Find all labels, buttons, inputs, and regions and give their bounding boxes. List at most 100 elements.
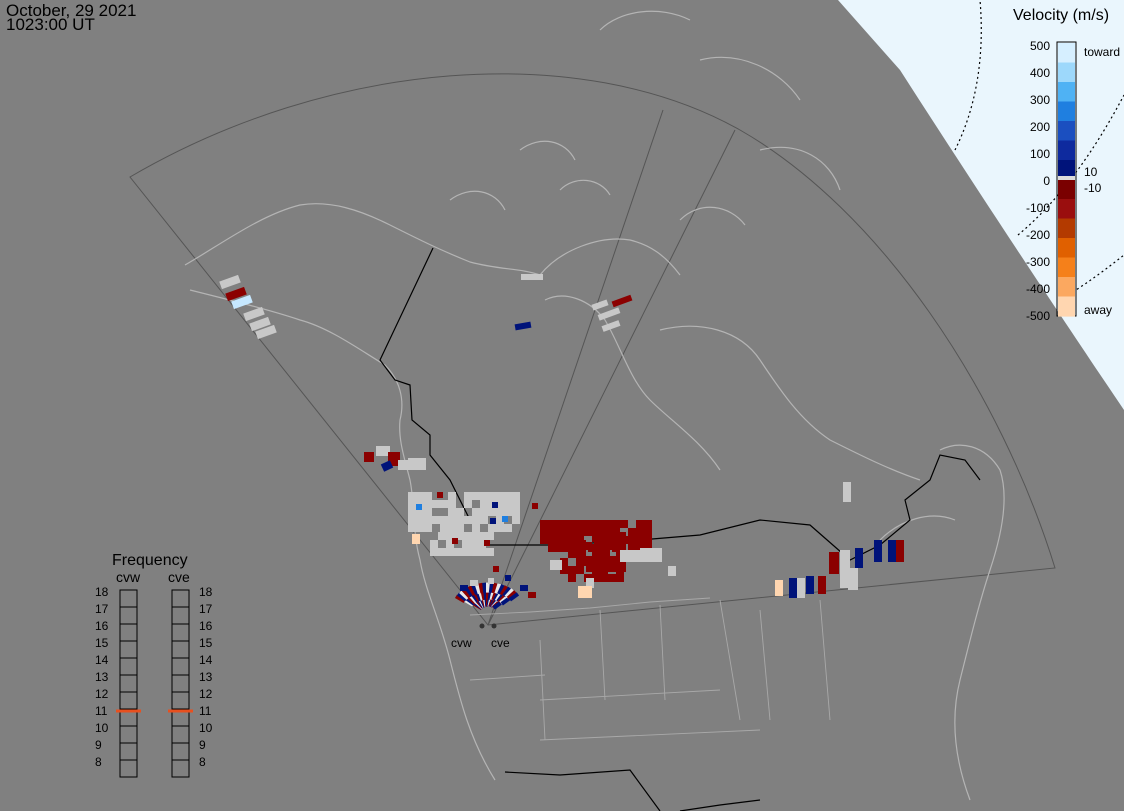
echo-cell [243,306,265,322]
echo-cell [548,520,556,528]
echo-cell [437,492,443,498]
echo-cell [454,548,462,556]
echo-cell [424,492,432,500]
echo-cell [484,540,490,546]
echo-cell [597,307,621,321]
echo-cell [829,552,839,574]
echo-cell [612,520,620,528]
echo-cell [644,528,652,536]
echo-cell [610,556,618,564]
frequency-box-cve [171,759,190,778]
frequency-scale-label-right: 13 [199,670,213,684]
echo-cell [432,500,440,508]
echo-cell [775,580,783,596]
frequency-col-cve: cve [168,569,190,585]
echo-cell [520,585,528,591]
frequency-box-cvw [119,623,138,642]
echo-cell [528,592,536,598]
echo-cell [602,548,610,556]
echo-cell [456,516,464,524]
echo-cell [364,452,374,462]
legend-color-segment [1058,277,1075,298]
legend-tick-label: -200 [1026,228,1050,242]
echo-cell [438,548,446,556]
frequency-box-cvw [119,674,138,693]
frequency-indicators [116,709,193,713]
echo-cell [548,544,556,552]
echo-cell [600,574,608,582]
echo-cell [462,540,470,548]
echo-cells [219,274,904,611]
echo-cell [594,548,602,556]
echo-cell [440,524,448,532]
echo-cell [620,520,628,528]
frequency-scale-label-left: 10 [95,721,109,735]
echo-cell [504,524,512,532]
echo-cell [628,528,636,536]
echo-cell [408,458,426,470]
legend-color-segment [1058,257,1075,278]
echo-cell [628,536,636,544]
frequency-scale-label-right: 11 [199,704,212,718]
echo-cell [462,548,470,556]
echo-cell [580,520,588,528]
echo-cell [618,540,626,548]
echo-cell [548,536,556,544]
frequency-box-cve [171,589,190,608]
echo-cell [504,508,512,516]
echo-cell [472,524,480,532]
echo-cell [464,516,472,524]
echo-cell [564,520,572,528]
frequency-scale-label-left: 14 [95,653,109,667]
legend-colorbar [1058,43,1075,317]
frequency-scale-label-left: 16 [95,619,109,633]
echo-cell [578,586,592,598]
echo-cell [440,500,448,508]
frequency-indicator-cve [168,709,193,713]
echo-cell [408,492,416,500]
echo-cell [591,299,609,311]
echo-cell [470,540,478,548]
echo-cell [594,540,602,548]
echo-cell [644,536,652,544]
legend-color-segment [1058,82,1075,103]
frequency-scale-label-left: 12 [95,687,109,701]
echo-cell [636,520,644,528]
echo-cell [797,578,805,598]
echo-cell [408,508,416,516]
frequency-scale-label-right: 12 [199,687,213,701]
echo-cell [505,575,511,581]
echo-cell [408,500,416,508]
frequency-scale-label-right: 17 [199,602,213,616]
echo-cell [430,548,438,556]
frequency-box-cvw [119,725,138,744]
echo-cell [456,508,464,516]
echo-cell [640,548,662,562]
legend-color-segment [1058,199,1075,220]
echo-cell [493,566,499,572]
echo-cell [416,516,424,524]
echo-cell [448,492,456,500]
echo-cell [540,520,548,528]
echo-cell [668,566,676,576]
frequency-box-cvw [119,657,138,676]
echo-cell [460,585,468,591]
radar-sites: cvw cve [451,623,510,650]
echo-cell [512,516,520,524]
echo-cell [568,574,576,582]
frequency-box-cvw [119,759,138,778]
echo-cell [560,542,568,550]
frequency-scale-label-left: 11 [95,704,108,718]
frequency-box-cve [171,640,190,659]
legend-color-segment [1058,62,1075,83]
legend-tick-label: 200 [1030,120,1050,134]
echo-cell [578,556,586,564]
echo-cell [456,524,464,532]
echo-cell [532,503,538,509]
echo-cell [448,508,456,516]
frequency-box-cvw [119,640,138,659]
echo-cell [480,492,488,500]
echo-cell [504,500,512,508]
echo-cell [602,556,610,564]
national-borders [379,247,981,811]
